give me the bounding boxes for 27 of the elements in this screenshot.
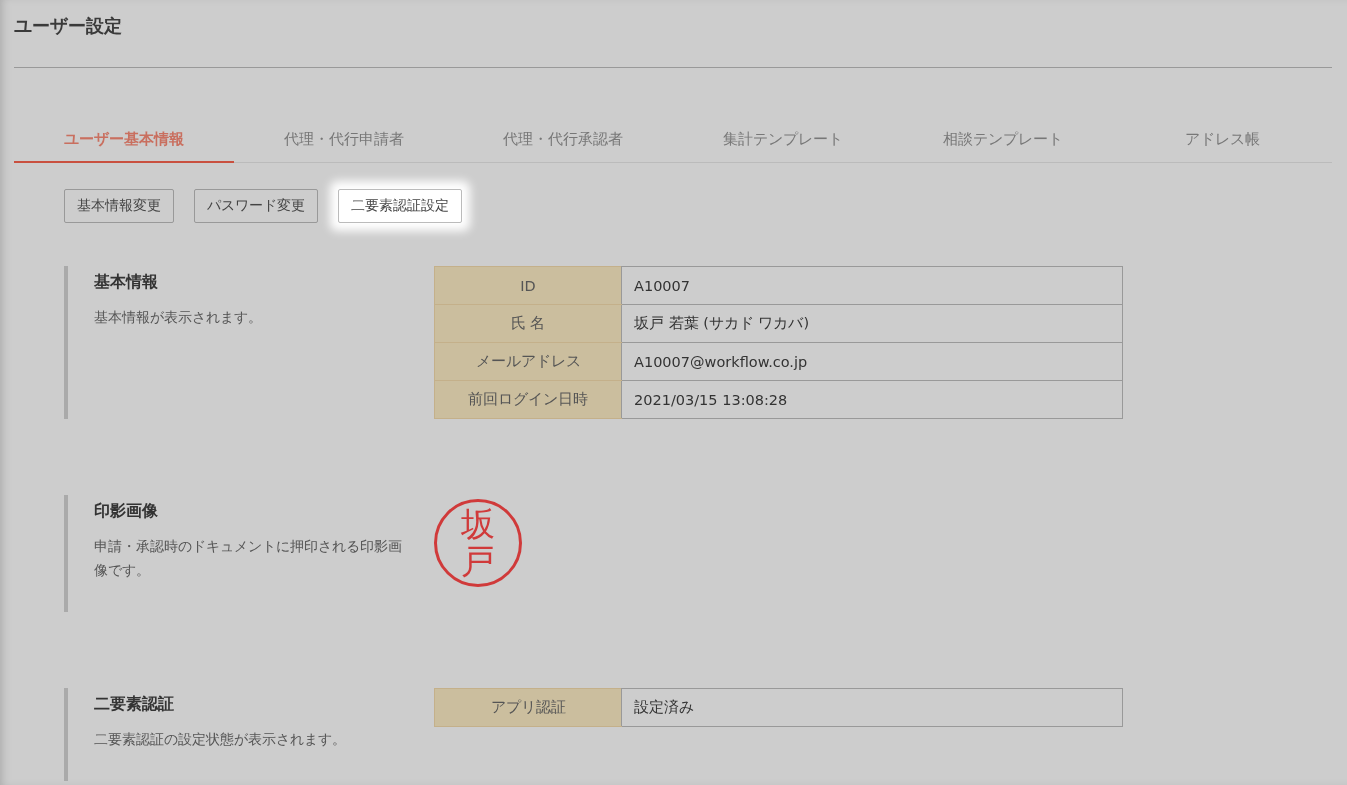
table-header-cell: 前回ログイン日時	[434, 380, 622, 419]
table-cell: 設定済み	[621, 688, 1123, 727]
tab[interactable]: 集計テンプレート	[673, 122, 893, 163]
action-button[interactable]: 基本情報変更	[64, 189, 174, 223]
tab[interactable]: アドレス帳	[1112, 122, 1333, 163]
table-header-cell: 氏 名	[434, 304, 622, 343]
section-title: 印影画像	[94, 501, 159, 522]
table-cell: 2021/03/15 13:08:28	[621, 380, 1123, 419]
action-button[interactable]: パスワード変更	[194, 189, 318, 223]
tab[interactable]: 相談テンプレート	[892, 122, 1113, 163]
section-description: 二要素認証の設定状態が表示されます。	[94, 730, 347, 749]
section-title: 基本情報	[94, 272, 159, 293]
table-header-cell: アプリ認証	[434, 688, 622, 727]
table-header-cell: ID	[434, 266, 622, 305]
section-title: 二要素認証	[94, 694, 175, 715]
tab[interactable]: ユーザー基本情報	[14, 122, 234, 163]
tab[interactable]: 代理・代行申請者	[233, 122, 454, 163]
section-description: 基本情報が表示されます。	[94, 308, 263, 327]
tab[interactable]: 代理・代行承認者	[453, 122, 673, 163]
table-cell: A10007@workflow.co.jp	[621, 342, 1123, 381]
page-title: ユーザー設定	[14, 14, 123, 38]
section-description: 申請・承認時のドキュメントに押印される印影画像です。	[94, 537, 403, 580]
seal-stamp: 坂戸	[434, 499, 522, 587]
table-cell: 坂戸 若葉 (サカド ワカバ)	[621, 304, 1123, 343]
table-cell: A10007	[621, 266, 1123, 305]
action-button[interactable]: 二要素認証設定	[338, 189, 462, 223]
table-header-cell: メールアドレス	[434, 342, 622, 381]
